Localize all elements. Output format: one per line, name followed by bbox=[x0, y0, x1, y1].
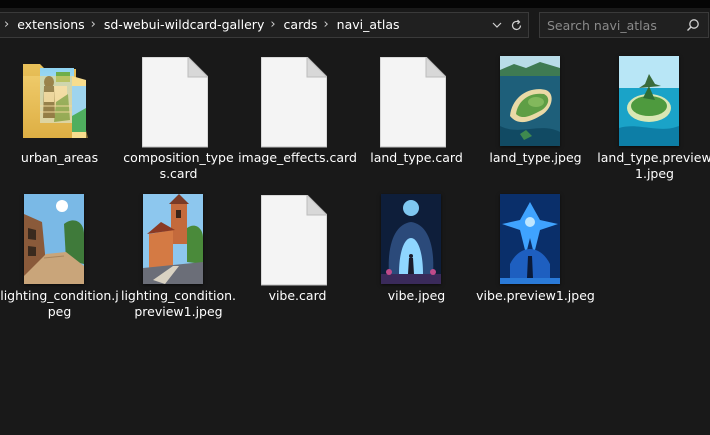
address-bar[interactable]: › extensions › sd-webui-wildcard-gallery… bbox=[0, 12, 529, 38]
breadcrumb-cards[interactable]: cards bbox=[284, 13, 318, 37]
generic-file-icon bbox=[238, 184, 357, 286]
breadcrumb: › extensions › sd-webui-wildcard-gallery… bbox=[0, 13, 400, 37]
chevron-right-icon[interactable]: › bbox=[317, 13, 336, 37]
file-name: composition_types.card bbox=[123, 150, 234, 181]
document-icon bbox=[261, 195, 327, 286]
chevron-right-icon[interactable]: › bbox=[0, 13, 17, 37]
document-icon bbox=[261, 57, 327, 148]
document-icon bbox=[142, 57, 208, 148]
island-aerial-image bbox=[500, 56, 560, 146]
file-name: vibe.card bbox=[268, 288, 327, 303]
folder-thumbnail bbox=[0, 46, 119, 138]
tropical-island-image bbox=[619, 56, 679, 146]
file-name: vibe.jpeg bbox=[387, 288, 446, 303]
document-icon bbox=[380, 57, 446, 148]
image-thumbnail bbox=[0, 184, 119, 284]
image-thumbnail bbox=[476, 184, 595, 284]
search-placeholder: Search navi_atlas bbox=[547, 18, 657, 33]
image-thumbnail bbox=[119, 184, 238, 284]
search-icon[interactable] bbox=[686, 18, 700, 35]
breadcrumb-extensions[interactable]: extensions bbox=[17, 13, 84, 37]
file-name: land_type.preview1.jpeg bbox=[597, 150, 710, 181]
sunny-street-image bbox=[24, 194, 84, 284]
breadcrumb-navi-atlas[interactable]: navi_atlas bbox=[337, 13, 400, 37]
search-input[interactable]: Search navi_atlas bbox=[539, 12, 709, 38]
file-name: lighting_condition.preview1.jpeg bbox=[120, 288, 237, 319]
file-name: land_type.jpeg bbox=[489, 150, 582, 165]
chevron-right-icon[interactable]: › bbox=[85, 13, 104, 37]
generic-file-icon bbox=[238, 46, 357, 148]
folder-icon bbox=[23, 64, 88, 138]
file-name: urban_areas bbox=[20, 150, 99, 165]
mystic-portal-image bbox=[381, 194, 441, 284]
generic-file-icon bbox=[357, 46, 476, 148]
generic-file-icon bbox=[119, 46, 238, 148]
file-name: lighting_condition.jpeg bbox=[0, 288, 119, 319]
file-name: land_type.card bbox=[370, 150, 463, 165]
breadcrumb-sd-webui-wildcard-gallery[interactable]: sd-webui-wildcard-gallery bbox=[104, 13, 264, 37]
chevron-right-icon[interactable]: › bbox=[264, 13, 283, 37]
file-name: vibe.preview1.jpeg bbox=[476, 288, 595, 303]
file-name: image_effects.card bbox=[238, 150, 357, 165]
blue-creature-image bbox=[500, 194, 560, 284]
image-thumbnail bbox=[357, 184, 476, 284]
title-strip bbox=[0, 0, 710, 8]
refresh-icon[interactable] bbox=[507, 13, 525, 37]
chevron-down-icon[interactable] bbox=[488, 13, 506, 37]
image-thumbnail bbox=[595, 46, 710, 146]
church-tower-image bbox=[143, 194, 203, 284]
image-thumbnail bbox=[476, 46, 595, 146]
